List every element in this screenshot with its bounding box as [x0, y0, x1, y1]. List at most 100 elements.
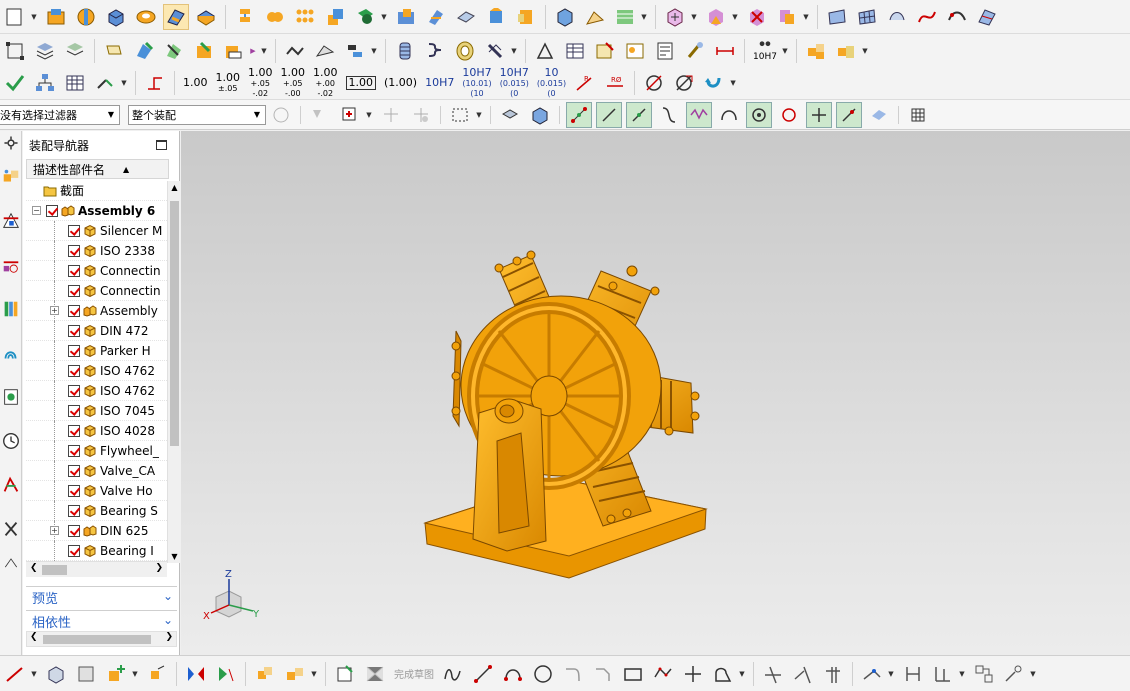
spring-icon[interactable]	[392, 38, 418, 64]
visibility-checkbox[interactable]	[68, 424, 80, 437]
pattern-feature-icon[interactable]	[232, 4, 258, 30]
measure-icon[interactable]	[2, 661, 28, 687]
entire-assembly-icon[interactable]	[268, 102, 294, 128]
snap-center-icon[interactable]	[746, 101, 772, 128]
offset-curve-icon[interactable]	[710, 661, 736, 687]
tree-row[interactable]: Bearing I	[26, 541, 167, 561]
snap-on-face-icon[interactable]	[866, 102, 892, 128]
dropdown-arrow[interactable]: ▼	[861, 47, 869, 55]
tolerance-fit-limits[interactable]: 10H7 (10.01) (10	[462, 67, 491, 98]
tree-row[interactable]: ISO 4762	[26, 381, 167, 401]
dropdown-arrow[interactable]: ▼	[802, 13, 810, 21]
text-feature-icon[interactable]	[221, 38, 247, 64]
tolerance-bilateral[interactable]: 1.00 ±.05	[216, 72, 241, 93]
reuse-library-tab-icon[interactable]	[0, 287, 22, 331]
tree-row[interactable]: Valve_CA	[26, 461, 167, 481]
load-components-icon[interactable]	[282, 661, 308, 687]
graphics-window[interactable]: Z X Y	[181, 131, 1130, 655]
tree-row[interactable]: ISO 4762	[26, 361, 167, 381]
remove-parameters-icon[interactable]	[482, 38, 508, 64]
edge-blend-icon[interactable]	[163, 3, 189, 30]
snap-point-icon[interactable]	[806, 101, 832, 128]
snap-wire-icon[interactable]	[378, 102, 404, 128]
shell-icon[interactable]	[352, 4, 378, 30]
scroll-right-icon[interactable]: ❯	[155, 563, 163, 573]
point-icon[interactable]	[680, 661, 706, 687]
exploded-view-icon[interactable]	[213, 661, 239, 687]
tolerance-fit-class[interactable]: 10H7	[425, 77, 454, 88]
tree-horizontal-scrollbar[interactable]: ❮ ❯	[26, 561, 167, 577]
tree-row[interactable]: DIN 472	[26, 321, 167, 341]
drag-icon[interactable]	[144, 661, 170, 687]
expand-icon[interactable]: +	[50, 306, 59, 315]
circle-icon[interactable]	[530, 661, 556, 687]
tolerance-limit-minus[interactable]: 1.00 +.00 -.02	[313, 67, 338, 98]
tolerance-reference[interactable]: (1.00)	[384, 77, 417, 88]
mesh-surface-icon[interactable]	[854, 4, 880, 30]
snap-quadrant-icon[interactable]	[776, 102, 802, 128]
studio-surface-icon[interactable]	[974, 4, 1000, 30]
attribute-icon[interactable]	[622, 38, 648, 64]
snap-curve-icon[interactable]	[656, 102, 682, 128]
dropdown-arrow[interactable]: ▼	[260, 47, 268, 55]
visibility-checkbox[interactable]	[68, 364, 80, 377]
dropdown-arrow[interactable]: ▼	[958, 670, 966, 678]
system-materials-tab-icon[interactable]	[0, 551, 22, 575]
dropdown-arrow[interactable]: ▼	[510, 47, 518, 55]
chamfer-icon[interactable]	[193, 4, 219, 30]
tree-vertical-scrollbar[interactable]: ▲ ▼	[167, 181, 180, 563]
dropdown-arrow[interactable]: ▼	[887, 670, 895, 678]
dropdown-arrow[interactable]: ▶	[249, 47, 257, 55]
scrollbar-thumb[interactable]	[43, 635, 151, 644]
visibility-checkbox[interactable]	[46, 204, 58, 217]
assembly-load-icon[interactable]	[803, 38, 829, 64]
tree-row[interactable]: Silencer M	[26, 221, 167, 241]
tree-row[interactable]: ISO 4028	[26, 421, 167, 441]
finish-sketch-label[interactable]: 完成草图	[394, 666, 434, 681]
sheet-icon[interactable]	[582, 4, 608, 30]
diameter-dimension-icon[interactable]: RØ	[602, 70, 628, 96]
spreadsheet-icon[interactable]	[62, 70, 88, 96]
remove-component-icon[interactable]	[744, 4, 770, 30]
visibility-checkbox[interactable]	[68, 304, 80, 317]
engine-model[interactable]: Z X Y	[181, 131, 1130, 655]
select-body-icon[interactable]	[527, 102, 553, 128]
scroll-right-icon[interactable]: ❯	[165, 632, 173, 642]
finish-sketch-icon[interactable]	[362, 661, 388, 687]
snap-line-icon[interactable]	[596, 101, 622, 128]
mirror-assembly-icon[interactable]	[183, 661, 209, 687]
tree-row[interactable]: ISO 7045	[26, 401, 167, 421]
rectangle-select-icon[interactable]	[447, 102, 473, 128]
dropdown-arrow[interactable]: ▼	[30, 13, 38, 21]
wave-link-icon[interactable]	[73, 661, 99, 687]
part-navigator-tab-icon[interactable]	[0, 243, 22, 287]
scroll-left-icon[interactable]: ❮	[30, 632, 38, 642]
feature-edit-icon[interactable]	[131, 38, 157, 64]
through-curves-icon[interactable]	[884, 4, 910, 30]
isocline-icon[interactable]	[342, 38, 368, 64]
replace-component-icon[interactable]	[774, 4, 800, 30]
constraint-navigator-tab-icon[interactable]	[0, 199, 22, 243]
pattern-array-icon[interactable]	[292, 4, 318, 30]
geometric-constraints-icon[interactable]	[859, 661, 885, 687]
palette-tab-icon[interactable]	[0, 463, 22, 507]
gear-icon[interactable]	[0, 131, 22, 155]
document-icon[interactable]	[652, 38, 678, 64]
chamfer-curve-icon[interactable]	[590, 661, 616, 687]
tolerance-unilateral-plus[interactable]: 1.00 +.05 -.02	[248, 67, 273, 98]
snap-midpoint-icon[interactable]	[626, 101, 652, 128]
assembly-cut-icon[interactable]	[833, 38, 859, 64]
dropdown-arrow[interactable]: ▼	[729, 79, 737, 87]
rapid-dimension-icon[interactable]	[900, 661, 926, 687]
new-sketch-icon[interactable]	[2, 4, 28, 30]
dropdown-arrow[interactable]: ▼	[370, 47, 378, 55]
extrude-icon[interactable]	[43, 4, 69, 30]
clock-icon[interactable]	[0, 419, 22, 463]
draft-icon[interactable]	[483, 4, 509, 30]
snap-wave-icon[interactable]	[686, 101, 712, 128]
visibility-checkbox[interactable]	[68, 504, 80, 517]
select-features-icon[interactable]	[307, 102, 333, 128]
hole-diameter-icon[interactable]	[671, 70, 697, 96]
make-corner-icon[interactable]	[820, 661, 846, 687]
dropdown-arrow[interactable]: ▼	[365, 111, 373, 119]
